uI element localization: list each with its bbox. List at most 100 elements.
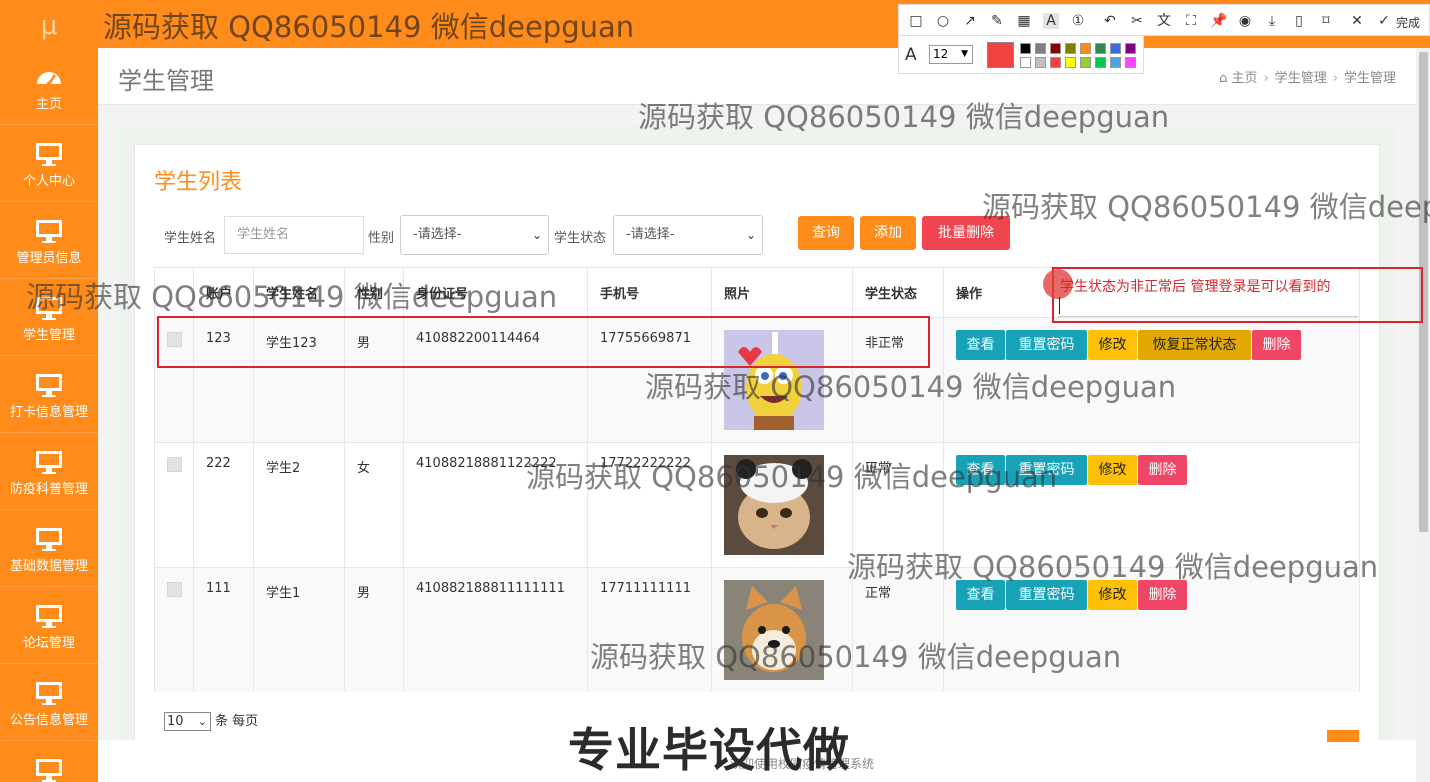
reset-password-button[interactable]: 重置密码 <box>1006 330 1087 360</box>
color-swatch[interactable] <box>1080 57 1091 68</box>
arrow-tool-icon[interactable]: ↗ <box>962 13 978 29</box>
color-swatch[interactable] <box>1050 43 1061 54</box>
edit-button[interactable]: 修改 <box>1088 580 1137 610</box>
sidebar-item-admin[interactable]: 管理员信息 <box>0 202 98 279</box>
sidebar-item-label: 论坛管理 <box>22 636 75 651</box>
close-icon[interactable]: ✕ <box>1349 13 1365 29</box>
rectangle-tool-icon[interactable]: □ <box>908 13 924 29</box>
chevron-down-icon: ⌄ <box>197 715 207 728</box>
text-tool-icon[interactable]: A <box>1043 13 1059 29</box>
pin-icon[interactable]: 📌 <box>1210 13 1227 29</box>
color-swatch[interactable] <box>1020 43 1031 54</box>
cell-name: 学生2 <box>266 461 301 476</box>
ellipse-tool-icon[interactable]: ○ <box>935 13 951 29</box>
batch-delete-button[interactable]: 批量删除 <box>922 216 1010 250</box>
edit-button[interactable]: 修改 <box>1088 455 1137 485</box>
sidebar-item-announcements[interactable]: 公告信息管理 <box>0 664 98 741</box>
query-button[interactable]: 查询 <box>798 216 854 250</box>
monitor-icon <box>36 682 62 705</box>
annotation-note[interactable]: 学生状态为非正常后 管理登录是可以看到的 <box>1060 276 1330 296</box>
breadcrumb-section[interactable]: 学生管理 <box>1275 71 1327 86</box>
gender-filter-select[interactable]: -请选择- ⌄ <box>400 215 549 255</box>
font-size-value: 12 <box>933 47 949 61</box>
done-label[interactable]: 完成 <box>1396 14 1420 31</box>
color-swatch[interactable] <box>1125 43 1136 54</box>
reset-password-button[interactable]: 重置密码 <box>1006 580 1087 610</box>
number-tool-icon[interactable]: ① <box>1070 13 1086 29</box>
shiba-photo[interactable] <box>724 580 824 680</box>
col-header-phone[interactable]: 手机号 <box>600 283 639 302</box>
reset-password-button[interactable]: 重置密码 <box>1006 455 1087 485</box>
cat-photo[interactable] <box>724 455 824 555</box>
view-button[interactable]: 查看 <box>956 580 1005 610</box>
home-icon: ⌂ <box>1219 71 1228 86</box>
dashboard-icon <box>37 72 61 87</box>
col-header-name[interactable]: 学生姓名 <box>266 283 318 302</box>
cell-gender: 女 <box>357 461 371 476</box>
check-icon[interactable]: ✓ <box>1376 13 1392 29</box>
row-checkbox[interactable] <box>167 582 182 597</box>
col-header-status[interactable]: 学生状态 <box>865 283 917 302</box>
current-color-swatch[interactable] <box>987 42 1014 68</box>
delete-button[interactable]: 删除 <box>1138 580 1187 610</box>
name-filter-input[interactable]: 学生姓名 <box>224 216 364 254</box>
download-icon[interactable]: ⤓ <box>1264 13 1280 29</box>
mosaic-tool-icon[interactable]: ▦ <box>1016 13 1032 29</box>
sidebar-item-students[interactable]: 学生管理 <box>0 279 98 356</box>
color-swatch[interactable] <box>1050 57 1061 68</box>
color-swatch[interactable] <box>1035 57 1046 68</box>
sidebar-item-profile[interactable]: 个人中心 <box>0 125 98 202</box>
col-header-id-card[interactable]: 身份证号 <box>416 283 468 302</box>
sidebar-item-label: 主页 <box>35 97 62 112</box>
delete-button[interactable]: 删除 <box>1138 455 1187 485</box>
bookmark-icon[interactable]: ⌑ <box>1318 13 1334 29</box>
sidebar-item-label: 公告信息管理 <box>9 713 88 728</box>
pen-tool-icon[interactable]: ✎ <box>989 13 1005 29</box>
font-size-select[interactable]: 12 ▼ <box>929 45 973 64</box>
sidebar-item-more[interactable] <box>0 741 98 782</box>
view-button[interactable]: 查看 <box>956 455 1005 485</box>
gender-filter-label: 性别 <box>368 231 395 246</box>
delete-button[interactable]: 删除 <box>1252 330 1301 360</box>
color-swatch[interactable] <box>1065 43 1076 54</box>
add-button[interactable]: 添加 <box>860 216 916 250</box>
sidebar-item-forum[interactable]: 论坛管理 <box>0 587 98 664</box>
color-swatch[interactable] <box>1095 57 1106 68</box>
color-swatch[interactable] <box>1065 57 1076 68</box>
color-swatch[interactable] <box>1020 57 1031 68</box>
sidebar-item-home[interactable]: 主页 <box>0 48 98 125</box>
sidebar-item-checkin[interactable]: 打卡信息管理 <box>0 356 98 433</box>
cell-id-card: 41088218881122222 <box>416 456 557 471</box>
undo-icon[interactable]: ↶ <box>1102 13 1118 29</box>
sidebar-item-label: 防疫科普管理 <box>9 482 88 497</box>
monitor-icon <box>36 220 62 243</box>
color-swatch[interactable] <box>1035 43 1046 54</box>
color-swatch[interactable] <box>1125 57 1136 68</box>
color-swatch[interactable] <box>1080 43 1091 54</box>
col-header-account[interactable]: 账户 <box>206 283 232 302</box>
record-icon[interactable]: ◉ <box>1237 13 1253 29</box>
breadcrumb-home[interactable]: 主页 <box>1232 71 1258 86</box>
sidebar-item-epidemic-science[interactable]: 防疫科普管理 <box>0 433 98 510</box>
cell-id-card: 410882188811111111 <box>416 581 565 596</box>
long-screenshot-icon[interactable]: ▯ <box>1291 13 1307 29</box>
restore-status-button[interactable]: 恢复正常状态 <box>1138 330 1251 360</box>
back-to-top-button[interactable] <box>1327 730 1359 742</box>
color-swatch[interactable] <box>1095 43 1106 54</box>
monitor-icon <box>36 374 62 397</box>
view-button[interactable]: 查看 <box>956 330 1005 360</box>
cut-icon[interactable]: ✂ <box>1129 13 1145 29</box>
col-header-gender[interactable]: 性别 <box>357 283 383 302</box>
status-filter-select[interactable]: -请选择- ⌄ <box>613 215 763 255</box>
edit-button[interactable]: 修改 <box>1088 330 1137 360</box>
color-swatch[interactable] <box>1110 57 1121 68</box>
sidebar-item-base-data[interactable]: 基础数据管理 <box>0 510 98 587</box>
text-caret <box>1059 297 1060 314</box>
monitor-icon <box>36 143 62 166</box>
page-size-select[interactable]: 10 ⌄ <box>164 712 211 731</box>
row-checkbox[interactable] <box>167 457 182 472</box>
color-swatch[interactable] <box>1110 43 1121 54</box>
translate-icon[interactable]: 文 <box>1156 13 1172 29</box>
status-filter-label: 学生状态 <box>554 231 607 246</box>
fullscreen-icon[interactable]: ⛶ <box>1183 13 1199 29</box>
